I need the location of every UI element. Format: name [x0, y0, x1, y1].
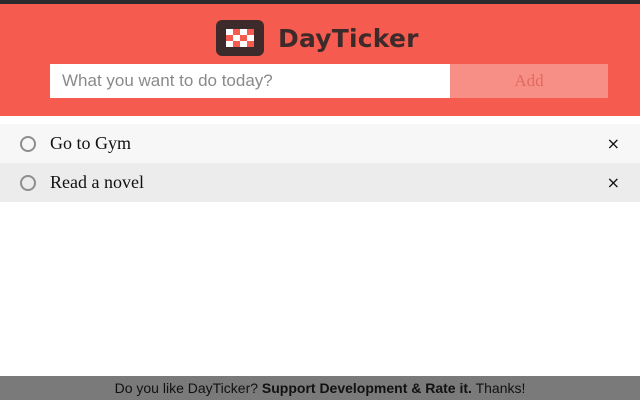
support-rate-link[interactable]: Support Development & Rate it. — [262, 380, 472, 396]
todo-list: Go to Gym × Read a novel × — [0, 124, 640, 202]
todo-checkbox[interactable] — [20, 135, 36, 152]
footer-suffix-text: Thanks! — [475, 380, 526, 396]
app-title: DayTicker — [278, 23, 419, 53]
todo-label: Go to Gym — [50, 133, 131, 153]
footer-prefix-text: Do you like DayTicker? — [114, 380, 259, 396]
todo-checkbox[interactable] — [20, 174, 36, 191]
todo-item[interactable]: Go to Gym × — [0, 124, 640, 163]
dayticker-logo-icon — [216, 20, 264, 56]
new-task-input[interactable] — [50, 64, 450, 98]
todo-label: Read a novel — [50, 172, 144, 192]
footer-bar: Do you like DayTicker? Support Developme… — [0, 376, 640, 400]
brand: DayTicker — [216, 20, 419, 56]
add-task-button[interactable]: Add — [450, 64, 608, 98]
close-icon[interactable]: × — [607, 174, 620, 191]
app-header: DayTicker Add — [0, 4, 640, 116]
close-icon[interactable]: × — [607, 135, 620, 152]
todo-item[interactable]: Read a novel × — [0, 163, 640, 202]
